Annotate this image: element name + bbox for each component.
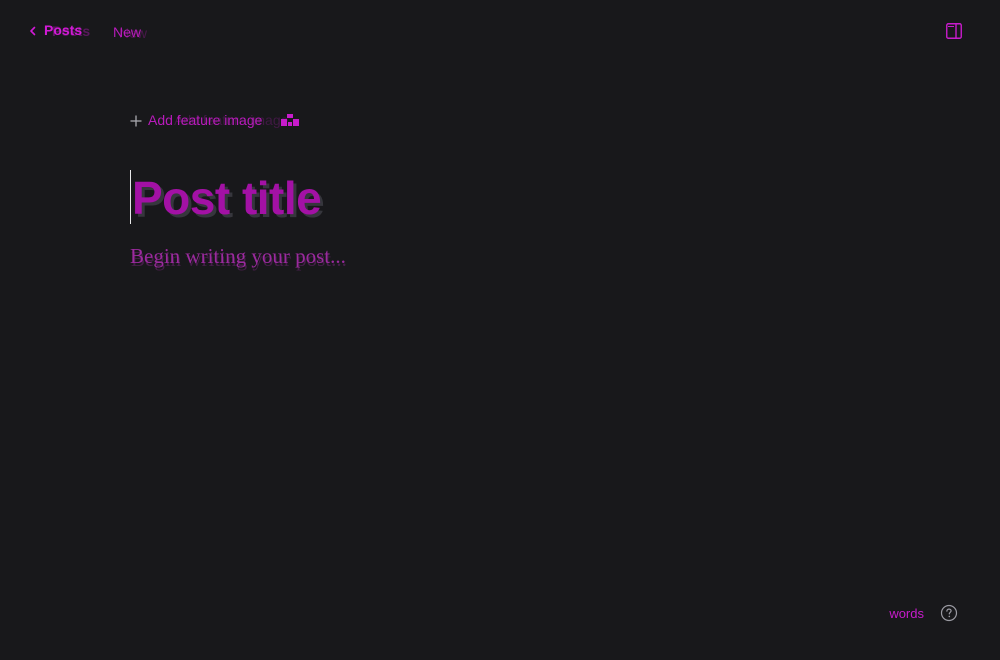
feature-image-row: Add feature image [130,100,870,140]
back-label: Posts [44,22,83,38]
plus-icon [130,114,142,127]
chevron-left-icon [28,24,38,36]
text-caret [130,170,131,224]
add-feature-image-label: Add feature image [148,112,263,128]
post-status-label: New [113,24,142,40]
unsplash-icon[interactable] [280,112,300,128]
title-field[interactable]: Post title [130,170,870,226]
editor-footer: words [889,604,958,622]
add-feature-image-button[interactable]: Add feature image [130,112,262,128]
sidebar-panel-icon[interactable] [946,23,962,39]
top-bar: Posts New [0,0,1000,64]
help-circle-icon[interactable] [940,604,958,622]
post-editor: Add feature image Post title Begin writi… [130,100,870,269]
post-body-input[interactable]: Begin writing your post... [130,244,870,269]
editor-page: Posts New Add feature image Post title B… [0,0,1000,660]
back-to-posts-link[interactable]: Posts [28,22,82,38]
word-count-label: words [889,605,924,621]
post-title-input[interactable]: Post title [130,170,322,226]
